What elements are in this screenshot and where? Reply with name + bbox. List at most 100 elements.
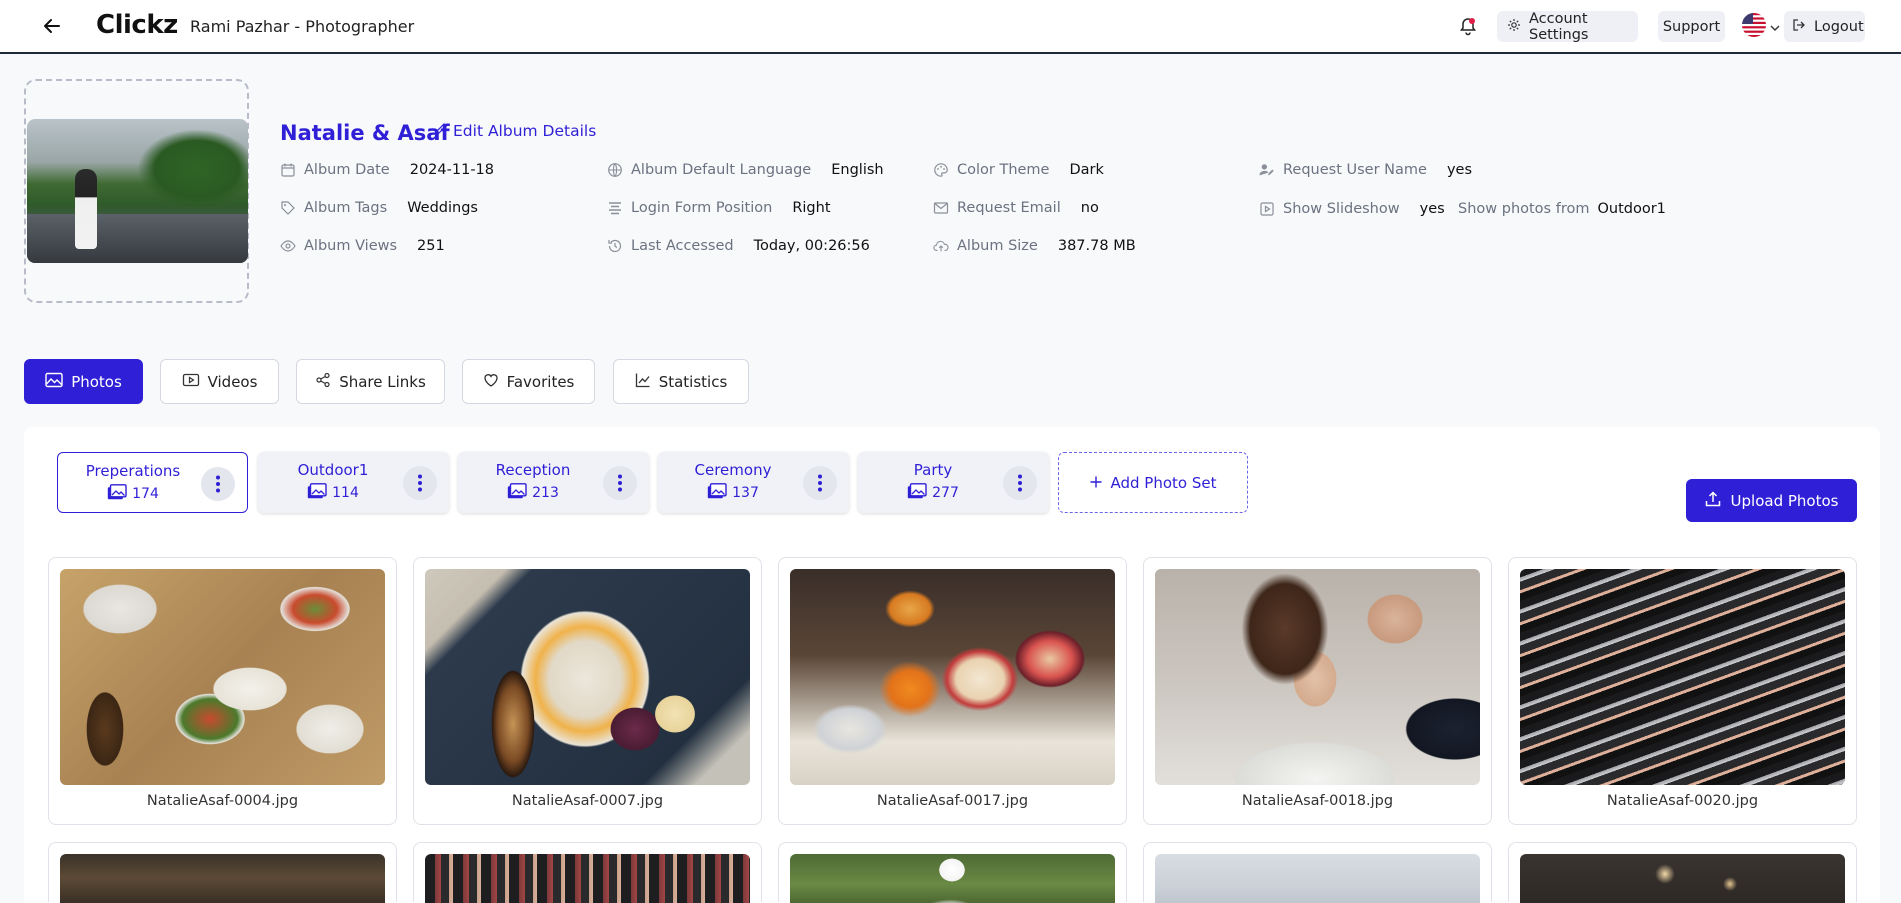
us-flag-icon[interactable] bbox=[1742, 13, 1766, 37]
video-icon bbox=[182, 372, 200, 392]
color-theme-value: Dark bbox=[1069, 162, 1104, 178]
cloud-upload-icon bbox=[933, 238, 949, 254]
album-tags-label: Album Tags bbox=[304, 200, 388, 216]
logout-icon bbox=[1792, 18, 1814, 36]
photo-set-name: Preperations bbox=[85, 462, 181, 480]
request-email-label: Request Email bbox=[957, 200, 1061, 216]
photo-thumbnail bbox=[1520, 854, 1845, 903]
photo-set-outdoor1[interactable]: Outdoor1 114 bbox=[258, 452, 449, 513]
photo-set-name: Party bbox=[913, 461, 953, 479]
upload-photos-button[interactable]: Upload Photos bbox=[1686, 479, 1857, 522]
request-user-name-row: Request User Name yes bbox=[1259, 162, 1472, 178]
edit-album-details-link[interactable]: Edit Album Details bbox=[434, 122, 596, 140]
show-slideshow-value: yes bbox=[1419, 201, 1445, 217]
more-vertical-icon[interactable] bbox=[603, 466, 637, 500]
more-vertical-icon[interactable] bbox=[403, 466, 437, 500]
app-logo[interactable]: Clickz bbox=[96, 10, 178, 40]
photo-thumbnail bbox=[1155, 854, 1480, 903]
photo-filename: NatalieAsaf-0007.jpg bbox=[511, 793, 664, 809]
photo-thumbnail bbox=[790, 854, 1115, 903]
color-theme-label: Color Theme bbox=[957, 162, 1050, 178]
request-user-name-value: yes bbox=[1446, 162, 1473, 178]
plus-icon bbox=[1090, 474, 1102, 492]
heart-icon bbox=[483, 372, 499, 392]
upload-photos-label: Upload Photos bbox=[1730, 491, 1839, 510]
request-email-value: no bbox=[1080, 200, 1099, 216]
last-accessed-row: Last Accessed Today, 00:26:56 bbox=[607, 238, 870, 254]
tab-photos[interactable]: Photos bbox=[24, 359, 143, 404]
photo-card[interactable]: NatalieAsaf-0018.jpg bbox=[1143, 557, 1492, 825]
photo-card[interactable] bbox=[1143, 842, 1492, 903]
play-square-icon bbox=[1259, 201, 1275, 217]
photo-thumbnail bbox=[790, 569, 1115, 785]
image-icon bbox=[45, 372, 63, 392]
chevron-down-icon[interactable] bbox=[1770, 20, 1780, 36]
photo-card[interactable] bbox=[1508, 842, 1857, 903]
more-vertical-icon[interactable] bbox=[803, 466, 837, 500]
tab-statistics[interactable]: Statistics bbox=[613, 359, 749, 404]
logout-label: Logout bbox=[1814, 18, 1864, 35]
photo-set-ceremony[interactable]: Ceremony 137 bbox=[658, 452, 849, 513]
top-bar: Clickz Rami Pazhar - Photographer Accoun… bbox=[0, 0, 1901, 54]
photo-card[interactable]: NatalieAsaf-0007.jpg bbox=[413, 557, 762, 825]
eye-icon bbox=[280, 238, 296, 254]
more-vertical-icon[interactable] bbox=[1003, 466, 1037, 500]
photo-set-party[interactable]: Party 277 bbox=[858, 452, 1049, 513]
photo-card[interactable]: NatalieAsaf-0004.jpg bbox=[48, 557, 397, 825]
bell-icon[interactable] bbox=[1458, 16, 1478, 36]
tab-videos[interactable]: Videos bbox=[160, 359, 279, 404]
logout-button[interactable]: Logout bbox=[1784, 11, 1865, 42]
photographer-name: Rami Pazhar - Photographer bbox=[190, 17, 415, 36]
request-email-row: Request Email no bbox=[933, 200, 1099, 216]
tab-photos-label: Photos bbox=[71, 372, 122, 391]
more-vertical-icon[interactable] bbox=[201, 467, 235, 501]
photo-filename: NatalieAsaf-0020.jpg bbox=[1606, 793, 1759, 809]
gear-icon bbox=[1507, 18, 1529, 36]
photo-card[interactable]: NatalieAsaf-0017.jpg bbox=[778, 557, 1127, 825]
album-cover-dropzone[interactable] bbox=[24, 79, 249, 303]
album-views-row: Album Views 251 bbox=[280, 238, 445, 254]
photo-set-preperations[interactable]: Preperations 174 bbox=[57, 452, 248, 513]
photo-set-name: Ceremony bbox=[694, 461, 772, 479]
default-language-value: English bbox=[831, 162, 884, 178]
album-size-label: Album Size bbox=[957, 238, 1038, 254]
last-accessed-value: Today, 00:26:56 bbox=[753, 238, 870, 254]
back-arrow-icon[interactable] bbox=[40, 14, 64, 38]
photo-set-name: Reception bbox=[495, 461, 571, 479]
photo-set-reception[interactable]: Reception 213 bbox=[458, 452, 649, 513]
show-slideshow-label: Show Slideshow bbox=[1283, 201, 1400, 217]
album-tags-row: Album Tags Weddings bbox=[280, 200, 478, 216]
photo-card[interactable] bbox=[48, 842, 397, 903]
upload-icon bbox=[1705, 490, 1721, 511]
photo-card[interactable] bbox=[413, 842, 762, 903]
user-edit-icon bbox=[1259, 162, 1275, 178]
photo-card[interactable]: NatalieAsaf-0020.jpg bbox=[1508, 557, 1857, 825]
images-icon bbox=[307, 483, 327, 503]
photo-set-count: 114 bbox=[332, 485, 359, 501]
tab-favorites[interactable]: Favorites bbox=[462, 359, 595, 404]
request-user-name-label: Request User Name bbox=[1283, 162, 1427, 178]
tab-share-links[interactable]: Share Links bbox=[296, 359, 445, 404]
album-tags-value: Weddings bbox=[407, 200, 478, 216]
album-date-label: Album Date bbox=[304, 162, 390, 178]
album-cover-image bbox=[27, 119, 248, 263]
photo-card[interactable] bbox=[778, 842, 1127, 903]
photo-set-count: 213 bbox=[532, 485, 559, 501]
show-slideshow-row: Show Slideshow yes bbox=[1259, 201, 1445, 217]
album-date-row: Album Date 2024-11-18 bbox=[280, 162, 494, 178]
add-photo-set-label: Add Photo Set bbox=[1110, 473, 1217, 492]
support-button[interactable]: Support bbox=[1658, 11, 1725, 42]
tab-favorites-label: Favorites bbox=[506, 372, 575, 391]
align-icon bbox=[607, 200, 623, 216]
show-photos-from-value: Outdoor1 bbox=[1597, 201, 1666, 217]
album-title: Natalie & Asaf bbox=[280, 121, 450, 145]
account-settings-label: Account Settings bbox=[1529, 10, 1589, 43]
last-accessed-label: Last Accessed bbox=[631, 238, 734, 254]
tab-statistics-label: Statistics bbox=[658, 372, 728, 391]
add-photo-set-button[interactable]: Add Photo Set bbox=[1058, 452, 1248, 513]
account-settings-button[interactable]: Account Settings bbox=[1497, 10, 1638, 43]
palette-icon bbox=[933, 162, 949, 178]
photo-thumbnail bbox=[1155, 569, 1480, 785]
tab-videos-label: Videos bbox=[207, 372, 258, 391]
images-icon bbox=[107, 484, 127, 504]
